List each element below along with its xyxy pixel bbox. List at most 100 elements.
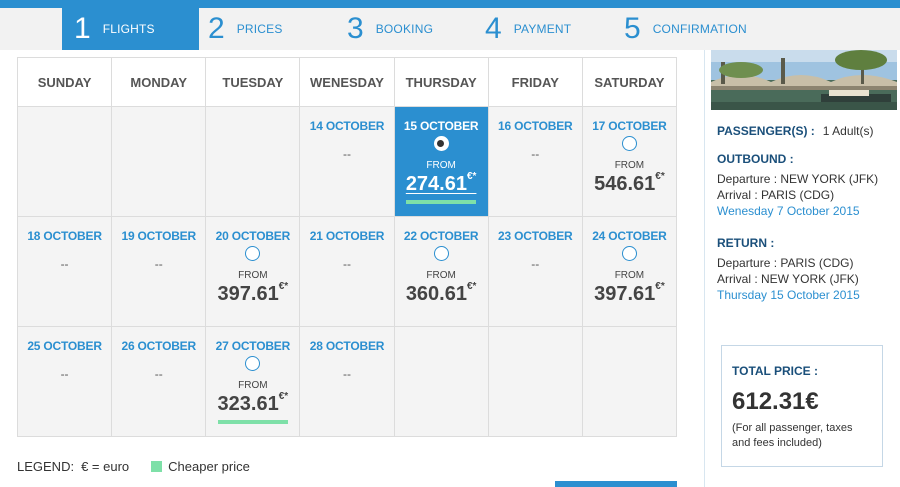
day-header: THURSDAY xyxy=(393,57,489,107)
step-number: 4 xyxy=(485,12,502,45)
currency-symbol: €* xyxy=(655,171,665,182)
select-radio-icon[interactable] xyxy=(621,246,637,261)
calendar-day-cell[interactable]: 15 OCTOBER FROM 274.61€* xyxy=(393,106,489,217)
day-date: 19 OCTOBER xyxy=(121,229,196,243)
from-label: FROM xyxy=(614,270,645,281)
step-number: 5 xyxy=(624,12,641,45)
from-label: FROM xyxy=(614,160,645,171)
outbound-date: Wenesday 7 October 2015 xyxy=(717,204,860,218)
from-label: FROM xyxy=(238,380,268,391)
outbound-departure: Departure : NEW YORK (JFK) xyxy=(717,172,879,186)
select-radio-icon[interactable] xyxy=(433,136,449,151)
price-value: 546.61 xyxy=(594,173,656,195)
select-radio-icon[interactable] xyxy=(245,246,261,261)
day-date: 23 OCTOBER xyxy=(498,229,573,243)
currency-symbol: €* xyxy=(655,281,665,292)
day-price: 397.61€* xyxy=(583,281,676,306)
step-booking[interactable]: 3 BOOKING xyxy=(347,8,477,50)
legend-euro: € = euro xyxy=(81,459,130,474)
passengers-row: PASSENGER(S) : 1 Adult(s) xyxy=(717,124,897,138)
calendar-week-row: 14 OCTOBER -- 15 OCTOBER FROM 274.61€* 16 OCT… xyxy=(16,106,678,217)
day-date: 22 OCTOBER xyxy=(403,229,479,243)
passengers-label: PASSENGER(S) : xyxy=(717,124,815,138)
calendar-empty-cell xyxy=(205,106,301,217)
day-header: FRIDAY xyxy=(487,57,583,107)
calendar-empty-cell xyxy=(111,106,207,217)
select-radio-icon[interactable] xyxy=(621,136,637,151)
step-payment[interactable]: 4 PAYMENT xyxy=(485,8,605,50)
price-value: 274.61 xyxy=(405,173,467,195)
calendar-week-row: 25 OCTOBER -- 26 OCTOBER -- 27 OCTOBER FROM 32… xyxy=(16,326,678,437)
select-radio-icon[interactable] xyxy=(245,356,261,371)
calendar-empty-cell xyxy=(581,326,678,437)
no-flight-text: -- xyxy=(154,367,163,381)
total-note: (For all passenger, taxes and fees inclu… xyxy=(732,422,853,449)
day-date: 27 OCTOBER xyxy=(215,339,291,353)
no-flight-text: -- xyxy=(531,257,540,271)
passengers-value: 1 Adult(s) xyxy=(822,124,874,138)
day-date: 16 OCTOBER xyxy=(498,119,573,133)
select-radio-icon[interactable] xyxy=(433,246,449,261)
currency-symbol: €* xyxy=(278,281,289,292)
return-date: Thursday 15 October 2015 xyxy=(717,288,860,302)
calendar-empty-cell xyxy=(393,326,489,437)
day-price: 323.61€* xyxy=(206,391,299,416)
outbound-section: OUTBOUND : Departure : NEW YORK (JFK) Ar… xyxy=(717,152,897,219)
day-date: 21 OCTOBER xyxy=(309,229,385,243)
day-date: 17 OCTOBER xyxy=(592,119,667,133)
price-value: 397.61 xyxy=(594,283,656,305)
day-date: 18 OCTOBER xyxy=(27,229,102,243)
cheaper-price-indicator xyxy=(406,200,477,204)
step-label: PAYMENT xyxy=(513,22,572,36)
step-number: 3 xyxy=(347,12,364,45)
price-calendar: SUNDAY MONDAY TUESDAY WENESDAY THURSDAY … xyxy=(16,57,678,437)
outbound-arrival: Arrival : PARIS (CDG) xyxy=(717,188,835,202)
step-prices[interactable]: 2 PRICES xyxy=(208,8,328,50)
step-flights[interactable]: 1 FLIGHTS xyxy=(62,2,199,50)
day-date: 15 OCTOBER xyxy=(403,119,479,133)
calendar-day-unavailable: 25 OCTOBER -- xyxy=(16,326,113,437)
cheaper-swatch xyxy=(151,461,163,472)
calendar-day-cell[interactable]: 22 OCTOBER FROM 360.61€* xyxy=(393,216,489,327)
step-label: BOOKING xyxy=(375,22,434,36)
calendar-empty-cell xyxy=(487,326,583,437)
day-header: TUESDAY xyxy=(205,57,301,107)
no-flight-text: -- xyxy=(154,257,163,271)
return-label: RETURN : xyxy=(717,236,775,250)
calendar-body: 14 OCTOBER -- 15 OCTOBER FROM 274.61€* 16 OCT… xyxy=(16,106,678,437)
step-label: PRICES xyxy=(236,22,283,36)
day-header: MONDAY xyxy=(111,57,207,107)
calendar-day-unavailable: 26 OCTOBER -- xyxy=(111,326,207,437)
legend: LEGEND: € = euro Cheaper price xyxy=(17,459,250,474)
cheaper-price-indicator xyxy=(217,420,288,424)
no-flight-text: -- xyxy=(60,367,69,381)
calendar-day-cell[interactable]: 20 OCTOBER FROM 397.61€* xyxy=(205,216,301,327)
progress-steps: 1 FLIGHTS 2 PRICES 3 BOOKING 4 PAYMENT 5… xyxy=(0,2,900,50)
legend-title: LEGEND: xyxy=(17,459,75,474)
day-price: 546.61€* xyxy=(583,171,676,196)
calendar-day-cell[interactable]: 17 OCTOBER FROM 546.61€* xyxy=(581,106,678,217)
day-date: 20 OCTOBER xyxy=(215,229,291,243)
step-label: FLIGHTS xyxy=(102,22,155,36)
step-confirmation[interactable]: 5 CONFIRMATION xyxy=(624,8,784,50)
summary-details: PASSENGER(S) : 1 Adult(s) OUTBOUND : Dep… xyxy=(717,124,897,303)
calendar-day-unavailable: 28 OCTOBER -- xyxy=(299,326,395,437)
return-departure: Departure : PARIS (CDG) xyxy=(717,256,854,270)
return-section: RETURN : Departure : PARIS (CDG) Arrival… xyxy=(717,236,897,303)
total-label: TOTAL PRICE : xyxy=(732,364,819,378)
return-arrival: Arrival : NEW YORK (JFK) xyxy=(717,272,859,286)
continue-button[interactable] xyxy=(555,481,677,487)
currency-symbol: €* xyxy=(278,391,289,402)
day-price: 274.61€* xyxy=(395,171,488,196)
paris-bridge-photo xyxy=(711,50,897,110)
calendar-week-row: 18 OCTOBER -- 19 OCTOBER -- 20 OCTOBER FROM 39… xyxy=(16,216,678,327)
step-label: CONFIRMATION xyxy=(652,22,747,36)
calendar-day-cell[interactable]: 27 OCTOBER FROM 323.61€* xyxy=(205,326,301,437)
from-label: FROM xyxy=(426,270,456,281)
calendar-day-unavailable: 23 OCTOBER -- xyxy=(487,216,583,327)
calendar-day-cell[interactable]: 24 OCTOBER FROM 397.61€* xyxy=(581,216,678,327)
calendar-empty-cell xyxy=(16,106,113,217)
price-value: 323.61 xyxy=(217,393,279,415)
calendar-day-unavailable: 21 OCTOBER -- xyxy=(299,216,395,327)
calendar-day-unavailable: 16 OCTOBER -- xyxy=(487,106,583,217)
